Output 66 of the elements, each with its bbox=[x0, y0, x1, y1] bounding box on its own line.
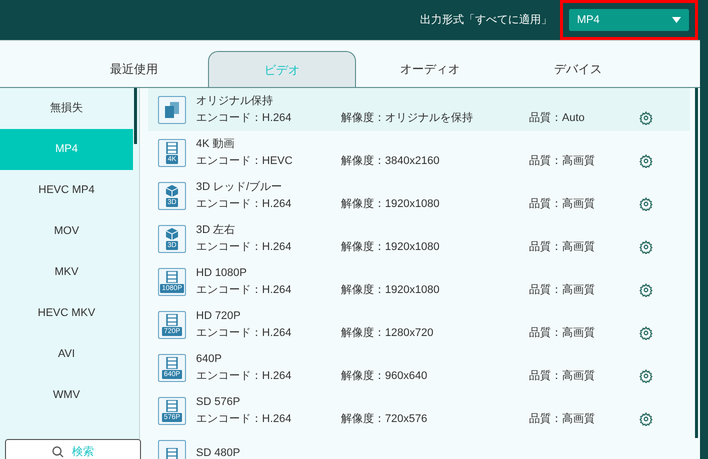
settings-icon[interactable] bbox=[639, 326, 653, 340]
encode-text: エンコード：H.264 bbox=[196, 326, 292, 340]
cube-icon bbox=[166, 184, 178, 196]
preset-name: 640P bbox=[196, 352, 223, 366]
preset-name: SD 480P bbox=[196, 446, 242, 459]
quality-text: 品質：高画質 bbox=[529, 282, 596, 298]
output-format-label: 出力形式「すべてに適用」 bbox=[420, 12, 552, 28]
search-icon bbox=[52, 446, 64, 458]
format-category-item[interactable]: HEVC MP4 bbox=[0, 170, 133, 211]
settings-icon[interactable] bbox=[639, 369, 653, 383]
resolution-text: 解像度：オリジナルを保持 bbox=[341, 110, 474, 126]
format-category-item[interactable]: 無損失 bbox=[0, 88, 133, 129]
format-category-item[interactable]: AVI bbox=[0, 334, 133, 375]
film-icon bbox=[166, 448, 178, 459]
encode-text: エンコード：H.264 bbox=[196, 368, 292, 384]
encode-text: エンコード：H.264 bbox=[196, 110, 292, 126]
settings-icon[interactable] bbox=[639, 283, 653, 297]
resolution-text: 解像度：1920x1080 bbox=[341, 240, 440, 254]
resolution-text: 解像度：3840x2160 bbox=[341, 154, 440, 168]
caret-icon bbox=[672, 17, 681, 23]
preset-name: SD 576P bbox=[196, 394, 242, 410]
settings-icon[interactable] bbox=[639, 412, 653, 426]
preset-name: 3D 左右 bbox=[196, 222, 236, 238]
resolution-text: 解像度：1920x1080 bbox=[341, 282, 440, 298]
quality-text: 品質：高画質 bbox=[529, 412, 596, 426]
quality-text: 品質：高画質 bbox=[529, 196, 596, 212]
format-category-item[interactable]: WMV bbox=[0, 375, 133, 416]
preset-name: HD 1080P bbox=[196, 266, 248, 280]
format-dropdown[interactable]: MP4 bbox=[569, 9, 689, 31]
encode-text: エンコード：HEVC bbox=[196, 154, 294, 168]
quality-text: 品質：高画質 bbox=[529, 368, 596, 384]
cube-icon bbox=[166, 228, 178, 240]
film-icon bbox=[166, 314, 178, 326]
preset-name: HD 720P bbox=[196, 308, 242, 324]
film-icon bbox=[166, 142, 178, 154]
preset-row[interactable]: オリジナル保持 エンコード：H.264 解像度：オリジナルを保持 品質：Auto bbox=[148, 88, 690, 131]
settings-icon[interactable] bbox=[639, 154, 653, 168]
format-category-item[interactable]: MOV bbox=[0, 211, 133, 252]
encode-text: エンコード：H.264 bbox=[196, 196, 292, 212]
resolution-text: 解像度：1920x1080 bbox=[341, 196, 440, 212]
preset-name: オリジナル保持 bbox=[196, 94, 274, 108]
quality-text: 品質：高画質 bbox=[529, 240, 596, 254]
resolution-text: 解像度：1280x720 bbox=[341, 326, 434, 340]
format-category-item[interactable]: MKV bbox=[0, 252, 133, 293]
preset-name: 3D レッド/ブルー bbox=[196, 180, 284, 194]
encode-text: エンコード：H.264 bbox=[196, 412, 292, 426]
encode-text: エンコード：H.264 bbox=[196, 240, 292, 254]
film-icon bbox=[166, 270, 178, 282]
preset-name: 4K 動画 bbox=[196, 136, 236, 152]
preset-row[interactable]: SD 480P bbox=[148, 432, 690, 459]
copy-icon bbox=[165, 102, 179, 118]
category-tab[interactable]: デバイス bbox=[504, 51, 652, 87]
resolution-text: 解像度：960x640 bbox=[341, 368, 428, 384]
format-category-item[interactable]: HEVC MKV bbox=[0, 293, 133, 334]
settings-icon[interactable] bbox=[639, 240, 653, 254]
film-icon bbox=[166, 400, 178, 412]
quality-text: 品質：高画質 bbox=[529, 154, 596, 168]
quality-text: 品質：高画質 bbox=[529, 326, 596, 340]
settings-icon[interactable] bbox=[639, 197, 653, 211]
film-icon bbox=[166, 356, 178, 368]
encode-text: エンコード：H.264 bbox=[196, 282, 292, 298]
quality-text: 品質：Auto bbox=[529, 110, 586, 126]
resolution-text: 解像度：720x576 bbox=[341, 412, 428, 426]
category-tab[interactable]: 最近使用 bbox=[60, 51, 208, 87]
settings-icon[interactable] bbox=[639, 111, 653, 125]
category-tab[interactable]: オーディオ bbox=[356, 51, 504, 87]
